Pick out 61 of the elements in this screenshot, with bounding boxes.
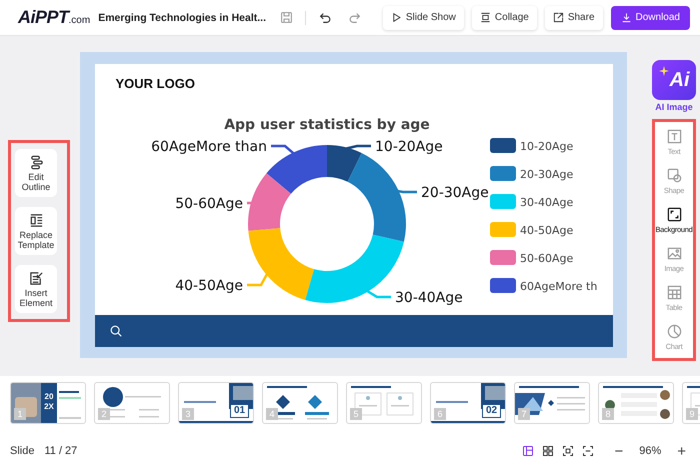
ai-image-button[interactable]: Ai <box>652 60 696 100</box>
slice-label: 40-50Age <box>174 278 242 294</box>
legend-label: 40-50Age <box>520 224 573 236</box>
play-button[interactable]: Slide Show <box>382 6 464 30</box>
slice-label: 50-60Age <box>174 196 242 212</box>
zoom-out-button[interactable]: − <box>610 442 628 460</box>
slide-label: Slide <box>10 445 34 457</box>
download-button[interactable]: Download <box>610 6 690 30</box>
shape-icon <box>666 168 682 183</box>
background-icon <box>666 207 682 222</box>
slice-label: 30-40Age <box>394 290 462 306</box>
leader-line <box>270 144 295 155</box>
slide-counter: 11 / 27 <box>44 445 78 457</box>
app-logo: AiPPT <box>18 7 69 28</box>
undo-icon <box>318 10 332 24</box>
share-button[interactable]: Share <box>544 6 603 30</box>
leader-line <box>364 288 390 298</box>
sparkle-icon <box>658 66 668 76</box>
normal-view-icon <box>522 445 534 457</box>
grid-view-icon <box>542 445 554 457</box>
legend-label: 10-20Age <box>520 140 573 152</box>
template-icon <box>28 212 44 228</box>
fit-icon <box>562 445 574 457</box>
play-icon <box>390 12 402 23</box>
insert-icon <box>28 270 44 286</box>
download-icon <box>620 12 632 23</box>
slice-label: 60AgeMore than <box>150 138 266 154</box>
outline-icon <box>28 154 44 170</box>
collage-icon <box>480 12 491 23</box>
pie-chart-icon <box>666 324 682 339</box>
slide-preview-text: 02 <box>482 404 502 418</box>
outline-tool-button[interactable]: Edit Outline <box>15 149 57 197</box>
redo-icon <box>348 10 362 24</box>
document-title[interactable]: Emerging Technologies in Healt... <box>98 10 266 24</box>
leader-line <box>396 189 416 193</box>
fullscreen-icon <box>582 445 594 457</box>
table-icon <box>666 285 682 300</box>
zoom-level: 96% <box>639 445 662 457</box>
zoom-in-button[interactable]: + <box>673 442 690 460</box>
share-icon <box>552 12 564 23</box>
logo-text-box[interactable]: YOUR LOGO <box>94 64 195 94</box>
logo-domain: .com <box>68 15 90 26</box>
template-tool-button[interactable]: Replace Template <box>15 207 57 255</box>
chart-title: App user statistics by age <box>224 116 430 132</box>
leader-line <box>344 144 370 150</box>
legend-label: 20-30Age <box>520 168 573 180</box>
image-icon <box>666 246 682 261</box>
save-icon <box>280 11 294 24</box>
legend-label: 30-40Age <box>520 196 573 208</box>
ai-image-label: AI Image <box>655 102 693 112</box>
leader-line <box>246 272 268 286</box>
slice-label: 20-30Age <box>420 184 488 200</box>
search-icon <box>108 324 122 338</box>
slice-label: 10-20Age <box>374 138 442 154</box>
slide-preview-text: 20 2X <box>43 392 55 412</box>
legend-label: 60AgeMore th <box>520 280 597 292</box>
insert-tool-button[interactable]: Insert Element <box>15 265 57 313</box>
text-icon <box>666 129 682 144</box>
legend-label: 50-60Age <box>520 252 573 264</box>
collage-button[interactable]: Collage <box>472 6 537 30</box>
slide-preview-text: 01 <box>230 404 250 418</box>
